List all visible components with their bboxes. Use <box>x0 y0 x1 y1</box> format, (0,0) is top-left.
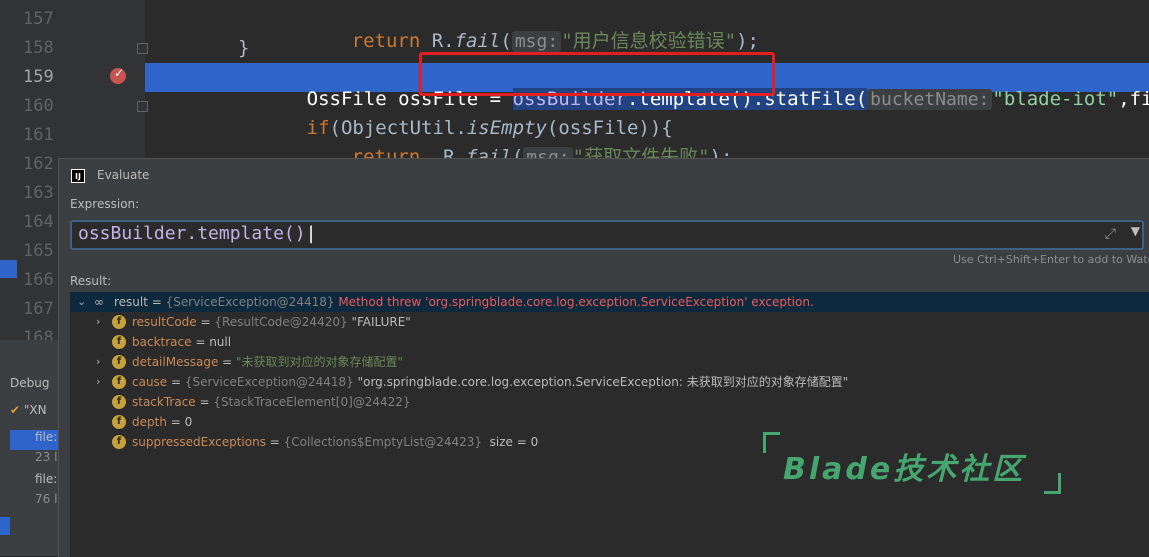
line-number: 160 <box>23 96 54 116</box>
watermark-bracket <box>1044 473 1061 494</box>
collapse-arrow-icon[interactable]: ⌄ <box>77 292 87 312</box>
debug-tab[interactable]: Debug <box>10 376 49 390</box>
expand-icon[interactable]: ⤢ <box>1105 226 1116 242</box>
expression-value: ossBuilder.template() <box>78 223 306 244</box>
left-selection-marker <box>0 517 10 535</box>
tree-row[interactable]: f stackTrace = {StackTraceElement[0]@244… <box>70 392 1149 412</box>
field-name: backtrace <box>132 335 192 349</box>
field-icon: f <box>112 315 126 329</box>
tree-row[interactable]: f backtrace = null <box>70 332 1149 352</box>
dialog-title: IJ Evaluate <box>71 168 149 183</box>
field-icon: f <box>112 395 126 409</box>
frame-label: 76 l <box>35 492 58 506</box>
field-value: size = 0 <box>489 435 539 449</box>
check-icon: ✔ <box>10 403 21 417</box>
field-name: cause <box>132 375 168 389</box>
line-number: 164 <box>23 212 54 232</box>
tree-row[interactable]: › f cause = {ServiceException@24418} "or… <box>70 372 1149 392</box>
line-number: 162 <box>23 154 54 174</box>
tree-row[interactable]: f depth = 0 <box>70 412 1149 432</box>
field-type: {ServiceException@24418} <box>184 375 354 389</box>
field-value: "未获取到对应的对象存储配置" <box>236 355 404 369</box>
tree-row-result[interactable]: ⌄ ∞ result = {ServiceException@24418} Me… <box>70 292 1149 312</box>
frame-item[interactable]: file: <box>10 430 60 450</box>
line-number: 158 <box>23 38 54 58</box>
line-number: 157 <box>23 9 54 29</box>
line-number: 167 <box>23 299 54 319</box>
expression-text[interactable]: ossBuilder.template()| <box>78 223 316 244</box>
expression-label: Expression: <box>70 197 140 211</box>
field-type: {Collections$EmptyList@24423} <box>283 435 483 449</box>
field-name: resultCode <box>132 315 197 329</box>
frame-label: file: <box>35 472 58 486</box>
expand-arrow-icon[interactable]: › <box>96 312 106 332</box>
field-type: {StackTraceElement[0]@24422} <box>213 395 411 409</box>
intellij-icon: IJ <box>71 168 85 183</box>
line-number: 163 <box>23 183 54 203</box>
left-selection-marker <box>0 260 17 278</box>
field-value: "FAILURE" <box>351 315 411 329</box>
field-name: stackTrace <box>132 395 196 409</box>
code-line[interactable]: return R.fail(msg:"获取文件失败"); <box>145 121 1149 168</box>
evaluate-dialog[interactable]: IJ Evaluate Expression: ossBuilder.templa… <box>58 158 1149 557</box>
dialog-title-text: Evaluate <box>97 168 150 182</box>
result-name: result <box>114 295 148 309</box>
field-name: suppressedExceptions <box>132 435 266 449</box>
field-icon: f <box>112 335 126 349</box>
frame-label: "XN <box>23 403 47 417</box>
line-number: 159 <box>23 67 54 87</box>
line-number: 165 <box>23 241 54 261</box>
field-name: depth <box>132 415 167 429</box>
expand-arrow-icon[interactable]: › <box>96 352 106 372</box>
result-tree[interactable]: ⌄ ∞ result = {ServiceException@24418} Me… <box>70 292 1149 557</box>
watch-infinity-icon: ∞ <box>94 295 104 309</box>
history-dropdown-icon[interactable]: ▼ <box>1131 224 1140 238</box>
field-name: detailMessage <box>132 355 219 369</box>
expression-input[interactable]: ossBuilder.template()| ⤢ ▼ <box>70 220 1144 250</box>
field-value: 0 <box>184 415 193 429</box>
result-label: Result: <box>70 274 112 288</box>
code-line[interactable]: return R.fail(msg: "用户信息校验错误"); <box>145 5 1149 52</box>
frame-item[interactable]: 23 l <box>10 450 60 470</box>
breakpoint-check-icon: ✓ <box>114 66 125 80</box>
code-line[interactable]: if(ObjectUtil.isEmpty(ossFile)){ <box>145 92 1149 139</box>
frame-item[interactable]: 76 l <box>10 492 60 512</box>
left-tool-strip <box>0 0 17 340</box>
field-icon: f <box>112 355 126 369</box>
result-type: {ServiceException@24418} <box>165 295 335 309</box>
watch-hint: Use Ctrl+Shift+Enter to add to Watche <box>953 253 1149 266</box>
line-number: 166 <box>23 270 54 290</box>
frame-label: 23 l <box>35 450 58 464</box>
tree-row[interactable]: › f resultCode = {ResultCode@24420} "FAI… <box>70 312 1149 332</box>
watermark-text: Blade技术社区 <box>783 452 1026 487</box>
result-error: Method threw 'org.springblade.core.log.e… <box>338 295 814 309</box>
line-number: 168 <box>23 328 54 340</box>
watermark-bracket <box>763 432 780 453</box>
field-icon: f <box>112 375 126 389</box>
field-value: "org.springblade.core.log.exception.Serv… <box>357 375 849 389</box>
frame-label: file: <box>35 430 58 444</box>
field-icon: f <box>112 435 126 449</box>
expand-arrow-icon[interactable]: › <box>96 372 106 392</box>
highlight-annotation-box <box>419 52 775 96</box>
field-icon: f <box>112 415 126 429</box>
field-value: null <box>209 335 232 349</box>
watermark: Blade技术社区 <box>763 432 1063 494</box>
caret: | <box>305 223 317 244</box>
field-type: {ResultCode@24420} <box>214 315 348 329</box>
code-token: } <box>238 37 250 59</box>
frame-item[interactable]: file: <box>10 472 60 492</box>
line-number: 161 <box>23 125 54 145</box>
tree-row[interactable]: › f detailMessage = "未获取到对应的对象存储配置" <box>70 352 1149 372</box>
frame-item[interactable]: ✔ "XN <box>10 403 60 423</box>
